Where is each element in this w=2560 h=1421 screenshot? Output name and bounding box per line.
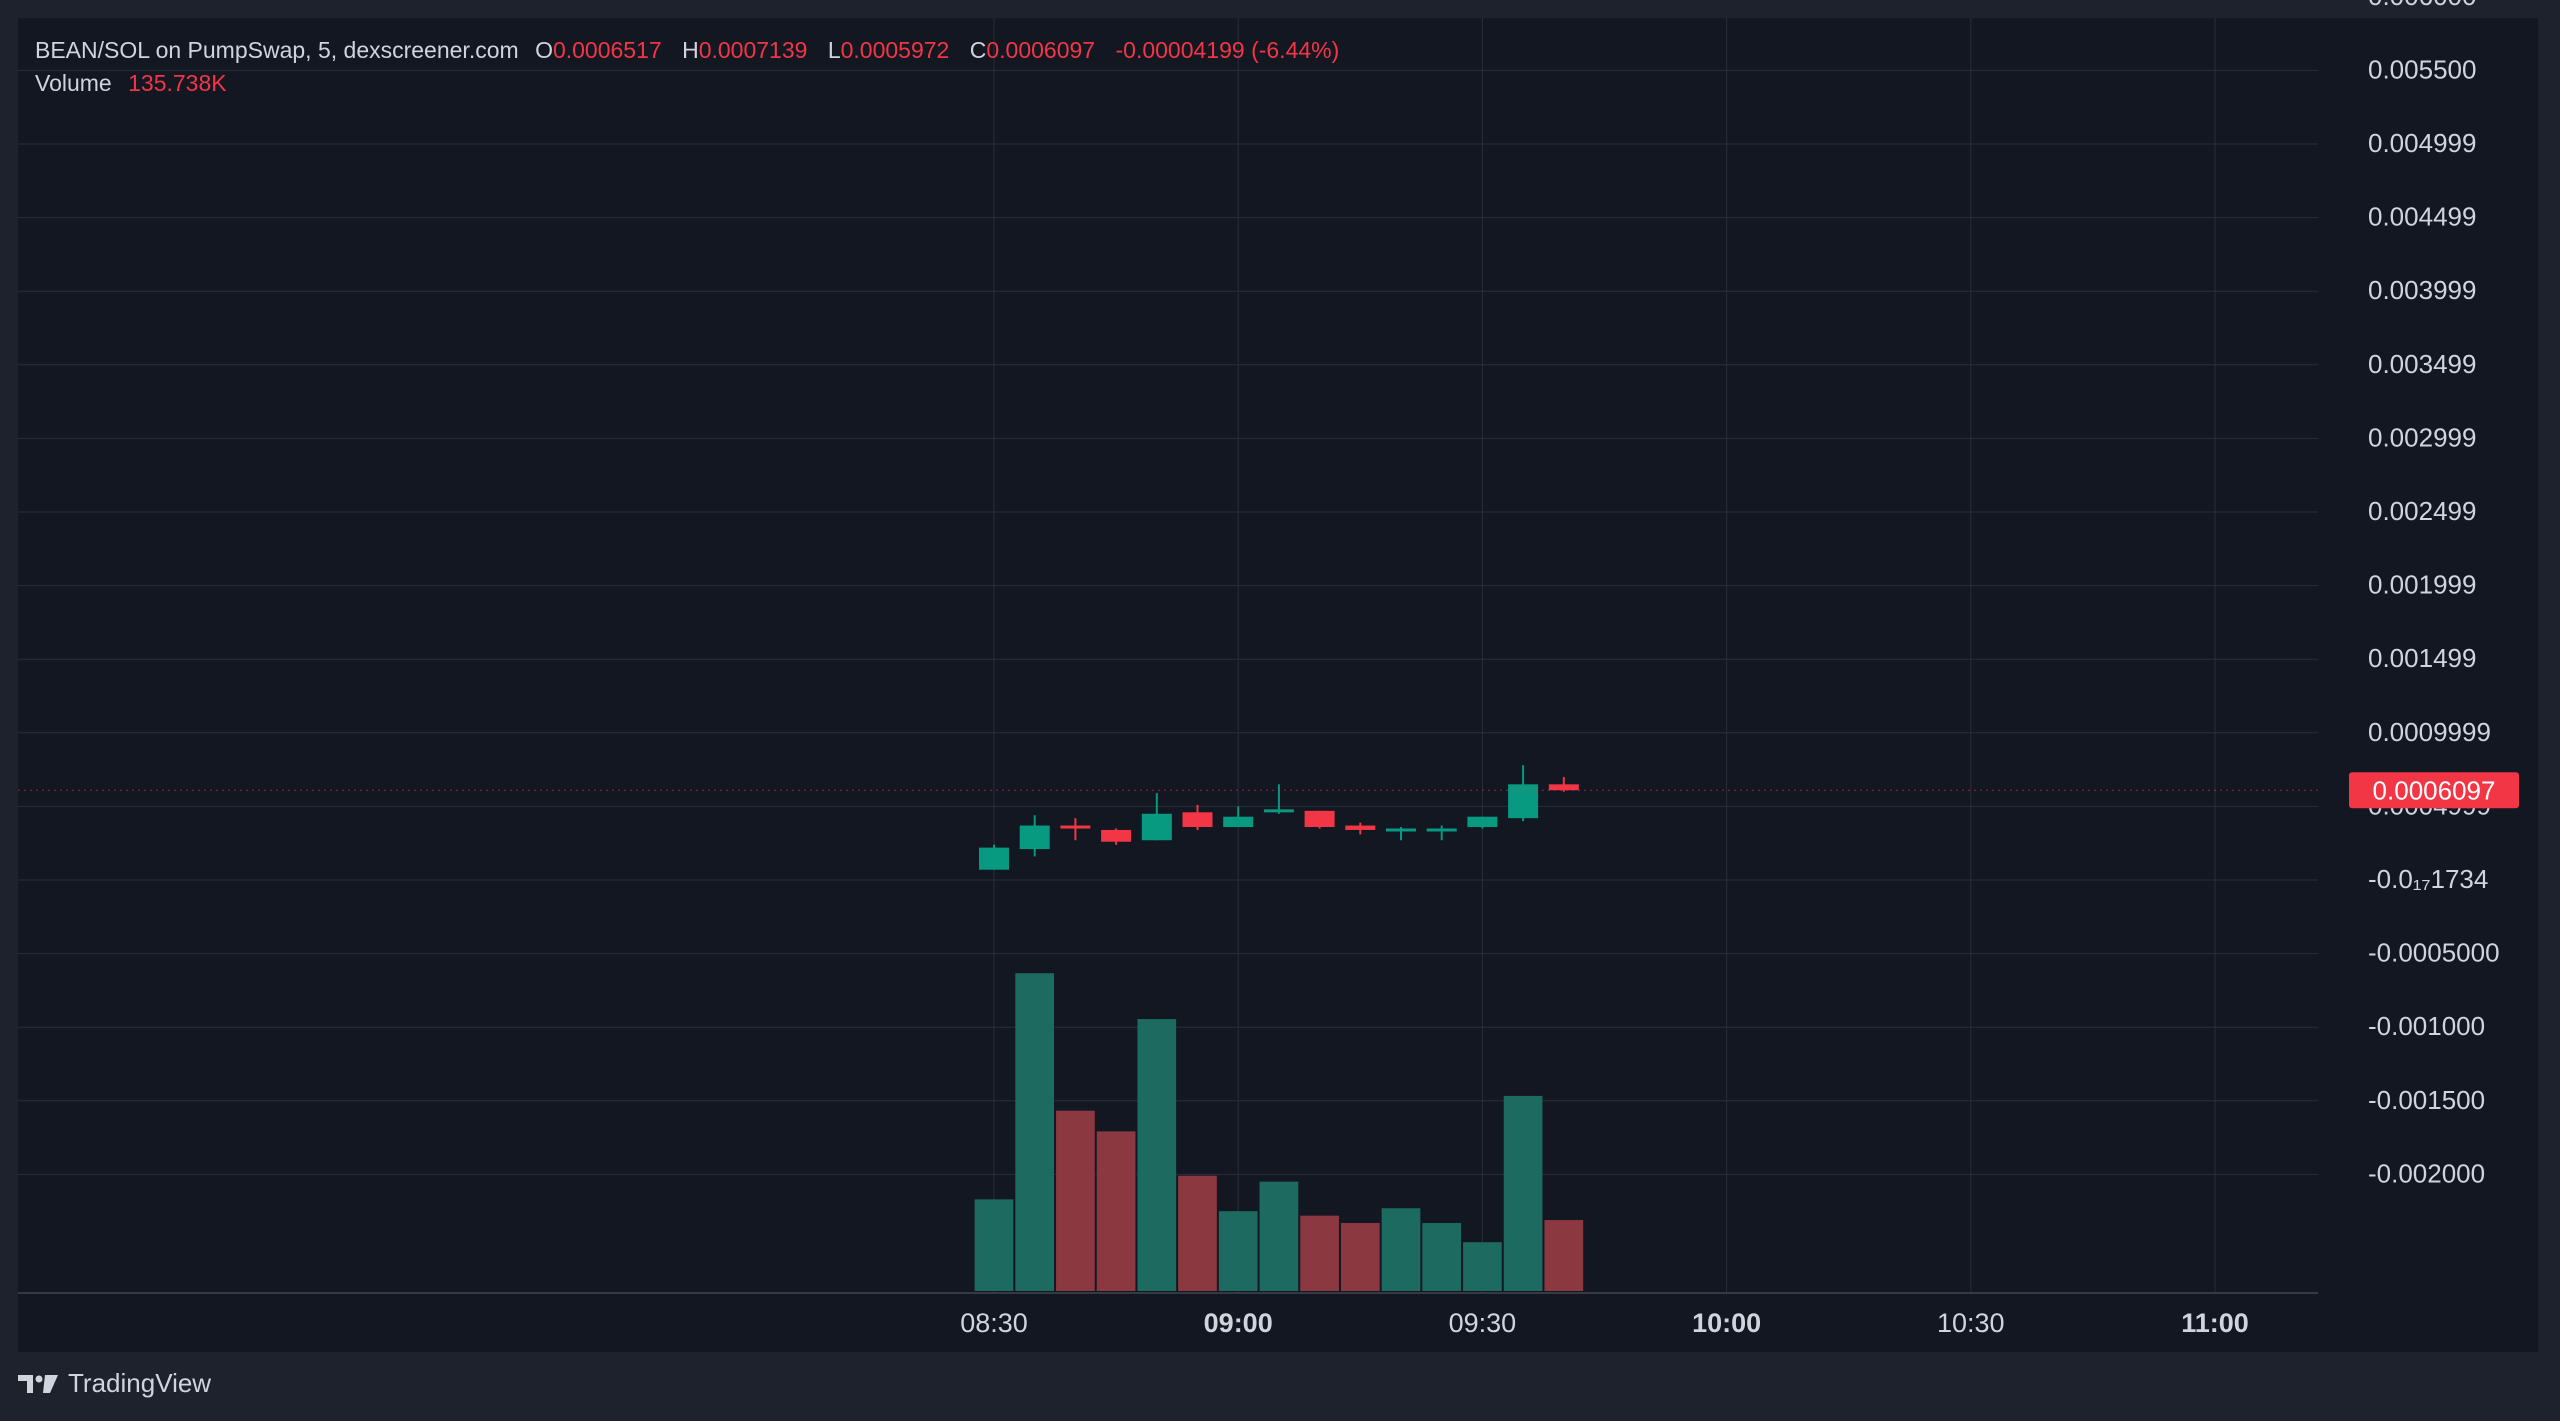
candle-body bbox=[1060, 825, 1091, 829]
price-tick-label: -0.0005000 bbox=[2368, 938, 2500, 968]
low-key: L bbox=[827, 37, 841, 63]
footer-brand-text: TradingView bbox=[68, 1368, 212, 1398]
volume-bar bbox=[1259, 1181, 1299, 1291]
volume-bar bbox=[974, 1199, 1014, 1291]
volume-bar bbox=[1137, 1019, 1177, 1291]
time-tick-label: 10:00 bbox=[1692, 1308, 1761, 1338]
price-tick-label: 0.006000 bbox=[2368, 0, 2476, 11]
volume-bar bbox=[1381, 1208, 1421, 1291]
price-tick-label: 0.003999 bbox=[2368, 275, 2476, 305]
volume-bar bbox=[1015, 973, 1055, 1291]
candle-body bbox=[1548, 784, 1579, 791]
volume-bar bbox=[1056, 1110, 1095, 1291]
last-price-label: 0.0006097 bbox=[2373, 775, 2496, 805]
time-tick-label: 10:30 bbox=[1937, 1308, 2005, 1338]
volume-bar bbox=[1544, 1220, 1584, 1291]
ohlc-legend-row: BEAN/SOL on PumpSwap, 5, dexscreener.com… bbox=[35, 34, 1339, 67]
candle-body bbox=[1182, 812, 1213, 828]
volume-legend-row: Volume 135.738K bbox=[35, 67, 1339, 100]
chart-legend: BEAN/SOL on PumpSwap, 5, dexscreener.com… bbox=[35, 34, 1339, 100]
price-tick-label: 0.0009999 bbox=[2368, 717, 2491, 747]
volume-bar bbox=[1463, 1242, 1502, 1291]
candle-body bbox=[1101, 829, 1132, 842]
tradingview-logo-icon bbox=[18, 1374, 58, 1393]
price-tick-label: 0.004499 bbox=[2368, 202, 2476, 232]
candle-body bbox=[979, 847, 1009, 870]
price-tick-label: -0.001500 bbox=[2368, 1085, 2485, 1115]
volume-bar bbox=[1300, 1215, 1339, 1291]
time-tick-label: 11:00 bbox=[2181, 1308, 2249, 1338]
candle-body bbox=[1345, 825, 1376, 830]
change-value: -0.00004199 (-6.44%) bbox=[1115, 37, 1340, 63]
volume-bar bbox=[1340, 1223, 1380, 1291]
price-tick-label: -0.002000 bbox=[2368, 1158, 2485, 1188]
price-tick-label: 0.002499 bbox=[2368, 496, 2476, 526]
volume-bar bbox=[1178, 1175, 1217, 1291]
volume-bar bbox=[1096, 1131, 1136, 1291]
price-tick-label: -0.001000 bbox=[2368, 1011, 2485, 1041]
candle-body bbox=[1019, 825, 1050, 850]
candle-body bbox=[1141, 813, 1172, 841]
price-tick-label: 0.001499 bbox=[2368, 643, 2476, 673]
candle-body bbox=[1426, 828, 1457, 832]
candle-body bbox=[1304, 810, 1335, 828]
volume-bar bbox=[1218, 1211, 1258, 1291]
candle-body bbox=[1386, 828, 1416, 832]
footer-branding[interactable]: TradingView bbox=[18, 1368, 211, 1399]
chart-canvas[interactable]: 0.006000 0.005500 0.004999 0.004499 0.003999… bbox=[0, 0, 2560, 1421]
price-tick-label: 0.005500 bbox=[2368, 54, 2476, 84]
high-value: 0.0007139 bbox=[698, 37, 808, 63]
candle-body bbox=[1508, 784, 1539, 819]
price-tick-label: 0.004999 bbox=[2368, 128, 2476, 158]
volume-label[interactable]: Volume bbox=[35, 70, 112, 96]
time-tick-label: 09:00 bbox=[1204, 1308, 1273, 1338]
candle-body bbox=[1263, 809, 1294, 813]
time-tick-label: 08:30 bbox=[960, 1308, 1028, 1338]
open-key: O bbox=[535, 37, 553, 63]
open-value: 0.0006517 bbox=[552, 37, 662, 63]
volume-bar bbox=[1422, 1223, 1462, 1291]
volume-value: 135.738K bbox=[128, 70, 227, 96]
symbol-title[interactable]: BEAN/SOL on PumpSwap, 5, dexscreener.com bbox=[35, 37, 519, 63]
price-tick-label: 0.001999 bbox=[2368, 570, 2476, 600]
price-tick-label: -0.0₁₇1734 bbox=[2368, 864, 2488, 894]
price-tick-label: 0.002999 bbox=[2368, 422, 2476, 452]
low-value: 0.0005972 bbox=[840, 37, 950, 63]
volume-bar bbox=[1503, 1095, 1543, 1291]
candle-body bbox=[1223, 816, 1254, 828]
high-key: H bbox=[682, 37, 699, 63]
chart-root: 0.006000 0.005500 0.004999 0.004499 0.003999… bbox=[0, 0, 2560, 1421]
close-key: C bbox=[969, 37, 987, 63]
candle-body bbox=[1467, 816, 1498, 828]
close-value: 0.0006097 bbox=[986, 37, 1096, 63]
price-tick-label: 0.003499 bbox=[2368, 349, 2476, 379]
time-tick-label: 09:30 bbox=[1449, 1308, 1517, 1338]
